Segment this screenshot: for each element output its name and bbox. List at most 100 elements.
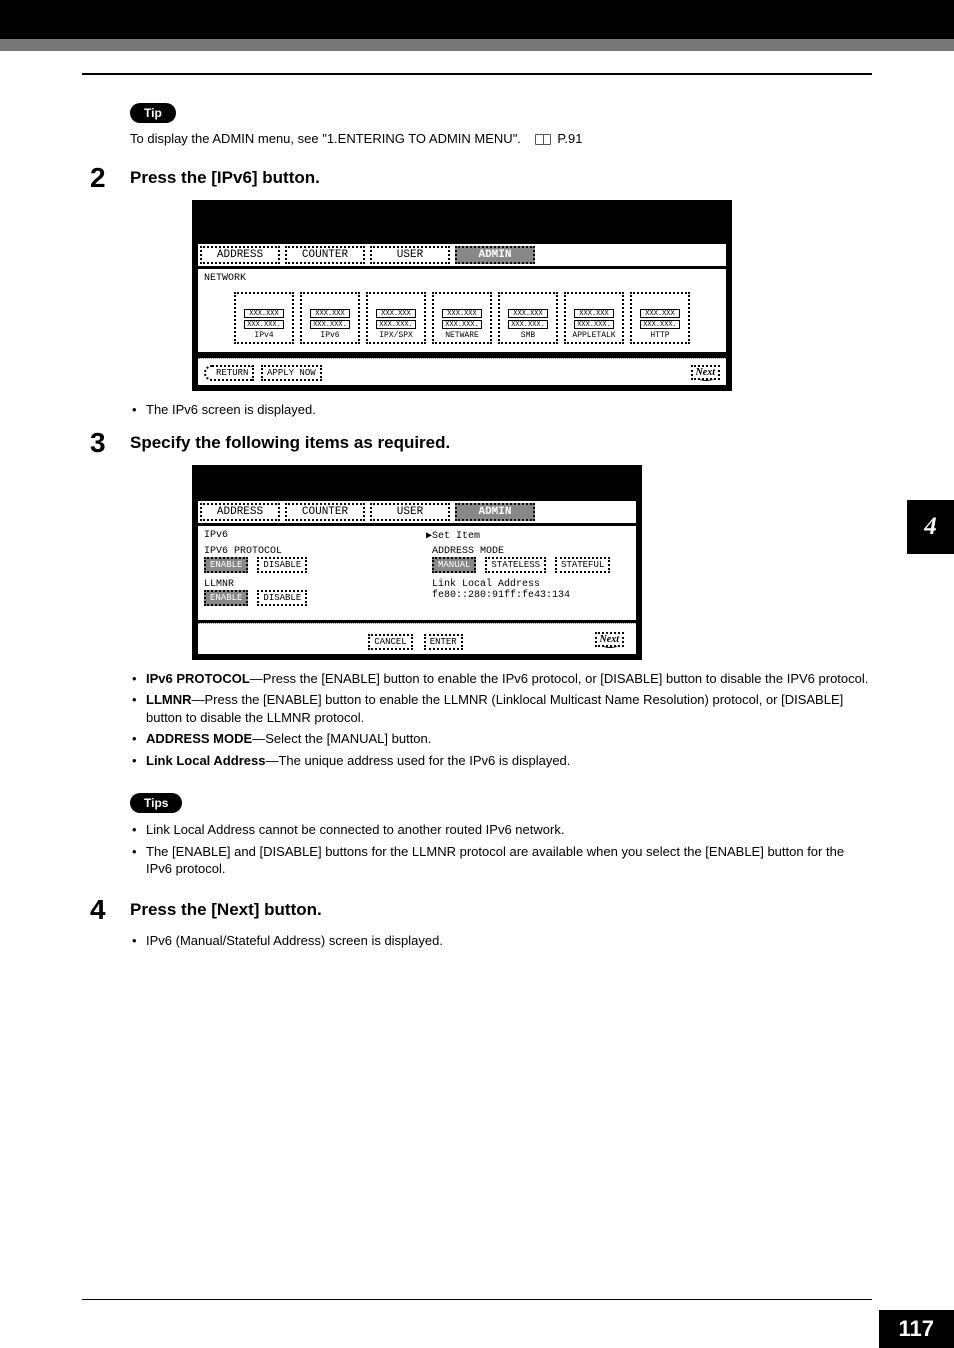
tab2-address[interactable]: ADDRESS bbox=[200, 503, 280, 521]
ipv4-l2: XXX.XXX. bbox=[244, 320, 284, 329]
panel-top-blank bbox=[192, 200, 732, 244]
return-button[interactable]: RETURN bbox=[204, 365, 254, 381]
llmnr-enable-button[interactable]: ENABLE bbox=[204, 590, 248, 606]
ipv6-enable-button[interactable]: ENABLE bbox=[204, 557, 248, 573]
tips-item-1: Link Local Address cannot be connected t… bbox=[130, 821, 872, 839]
next-button[interactable]: Next bbox=[691, 365, 720, 380]
tips-item-2: The [ENABLE] and [DISABLE] buttons for t… bbox=[130, 843, 872, 878]
network-icon-grid: XXX.XXXXXX.XXX.IPv4 XXX.XXXXXX.XXX.IPv6 … bbox=[204, 292, 720, 344]
tips-list: Link Local Address cannot be connected t… bbox=[130, 821, 872, 878]
step-2: 2 Press the [IPv6] button. bbox=[82, 164, 872, 192]
chapter-side-tab: 4 bbox=[907, 500, 954, 554]
tip-text-main: To display the ADMIN menu, see "1.ENTERI… bbox=[130, 131, 521, 146]
step-3-number: 3 bbox=[90, 429, 130, 457]
panel-tabs: ADDRESS COUNTER USER ADMIN bbox=[198, 244, 726, 266]
set-item-indicator: ▶Set Item bbox=[426, 530, 480, 542]
nw-l2: XXX.XXX. bbox=[442, 320, 482, 329]
left-buttons: RETURN APPLY NOW bbox=[204, 363, 325, 381]
tab-address[interactable]: ADDRESS bbox=[200, 246, 280, 264]
tab-user[interactable]: USER bbox=[370, 246, 450, 264]
btn-http[interactable]: XXX.XXX XXX.XXX. HTTP bbox=[630, 292, 690, 344]
bullet-link-local: Link Local Address—The unique address us… bbox=[130, 752, 872, 770]
http-l1: XXX.XXX bbox=[640, 309, 680, 318]
b-mode: ADDRESS MODE bbox=[146, 731, 252, 746]
step4-after-list: IPv6 (Manual/Stateful Address) screen is… bbox=[130, 932, 872, 950]
apply-now-button[interactable]: APPLY NOW bbox=[261, 365, 322, 381]
b-link: Link Local Address bbox=[146, 753, 265, 768]
header-graybar bbox=[0, 39, 954, 51]
tips-badge: Tips bbox=[130, 793, 182, 813]
t-llmnr: —Press the [ENABLE] button to enable the… bbox=[146, 692, 843, 725]
ipx-l1: XXX.XXX bbox=[376, 309, 416, 318]
btn-ipv4[interactable]: XXX.XXX XXX.XXX. IPv4 bbox=[234, 292, 294, 344]
nw-l1: XXX.XXX bbox=[442, 309, 482, 318]
ipv6-protocol-label: IPV6 PROTOCOL bbox=[204, 546, 402, 557]
step-4-number: 4 bbox=[90, 896, 130, 924]
nw-label: NETWARE bbox=[445, 331, 479, 340]
t-link: —The unique address used for the IPv6 is… bbox=[265, 753, 570, 768]
step-2-number: 2 bbox=[90, 164, 130, 192]
bullet-llmnr: LLMNR—Press the [ENABLE] button to enabl… bbox=[130, 691, 872, 726]
ipv6-label: IPv6 bbox=[320, 331, 339, 340]
http-label: HTTP bbox=[650, 331, 669, 340]
address-mode-label: ADDRESS MODE bbox=[432, 546, 630, 557]
tab2-spacer bbox=[540, 503, 634, 521]
top-rule bbox=[82, 73, 872, 75]
tip-text: To display the ADMIN menu, see "1.ENTERI… bbox=[130, 131, 872, 146]
manual-button[interactable]: MANUAL bbox=[432, 557, 476, 573]
btn-netware[interactable]: XXX.XXX XXX.XXX. NETWARE bbox=[432, 292, 492, 344]
smb-label: SMB bbox=[521, 331, 535, 340]
tab-admin[interactable]: ADMIN bbox=[455, 246, 535, 264]
step2-after-bullet: The IPv6 screen is displayed. bbox=[130, 401, 872, 419]
ipv6-bottom-row: CANCEL ENTER Next bbox=[198, 623, 636, 654]
network-heading: NETWORK bbox=[204, 273, 720, 284]
btn-appletalk[interactable]: XXX.XXXXXX.XXX.APPLETALK bbox=[564, 292, 624, 344]
tip-badge: Tip bbox=[130, 103, 176, 123]
t-ipv6: —Press the [ENABLE] button to enable the… bbox=[250, 671, 869, 686]
ipv6-disable-button[interactable]: DISABLE bbox=[257, 557, 307, 573]
ipv6-tabs: ADDRESS COUNTER USER ADMIN bbox=[198, 501, 636, 523]
page-number: 117 bbox=[879, 1310, 954, 1348]
cancel-button[interactable]: CANCEL bbox=[368, 634, 412, 650]
btn-smb[interactable]: XXX.XXXXXX.XXX.SMB bbox=[498, 292, 558, 344]
tab2-counter[interactable]: COUNTER bbox=[285, 503, 365, 521]
panel-bottom-row: RETURN APPLY NOW Next bbox=[198, 358, 726, 385]
step2-after-list: The IPv6 screen is displayed. bbox=[130, 401, 872, 419]
enter-button[interactable]: ENTER bbox=[424, 634, 463, 650]
step3-bullets: IPv6 PROTOCOL—Press the [ENABLE] button … bbox=[130, 670, 872, 770]
network-zone: NETWORK XXX.XXXXXX.XXX.IPv4 XXX.XXXXXX.X… bbox=[198, 269, 726, 352]
b-ipv6: IPv6 PROTOCOL bbox=[146, 671, 250, 686]
smb-l2: XXX.XXX. bbox=[508, 320, 548, 329]
step-3: 3 Specify the following items as require… bbox=[82, 429, 872, 457]
page-content: Tip To display the ADMIN menu, see "1.EN… bbox=[0, 73, 954, 949]
stateful-button[interactable]: STATEFUL bbox=[555, 557, 610, 573]
stateless-button[interactable]: STATELESS bbox=[485, 557, 546, 573]
at-label: APPLETALK bbox=[572, 331, 615, 340]
step4-after-bullet: IPv6 (Manual/Stateful Address) screen is… bbox=[130, 932, 872, 950]
at-l2: XXX.XXX. bbox=[574, 320, 614, 329]
llmnr-disable-button[interactable]: DISABLE bbox=[257, 590, 307, 606]
http-l2: XXX.XXX. bbox=[640, 320, 680, 329]
llmnr-block: LLMNR ENABLE DISABLE bbox=[204, 579, 402, 606]
tab-counter[interactable]: COUNTER bbox=[285, 246, 365, 264]
tab2-admin[interactable]: ADMIN bbox=[455, 503, 535, 521]
ipv6-l1: XXX.XXX bbox=[310, 309, 350, 318]
ipv4-l1: XXX.XXX bbox=[244, 309, 284, 318]
footer-rule bbox=[82, 1299, 872, 1300]
tab2-user[interactable]: USER bbox=[370, 503, 450, 521]
step-2-title: Press the [IPv6] button. bbox=[130, 168, 320, 188]
link-local-value: fe80::280:91ff:fe43:134 bbox=[432, 590, 630, 601]
btn-ipxspx[interactable]: XXX.XXXXXX.XXX.IPX/SPX bbox=[366, 292, 426, 344]
ipv6-right-col: ADDRESS MODE MANUAL STATELESS STATEFUL L… bbox=[432, 546, 630, 612]
btn-ipv6[interactable]: XXX.XXXXXX.XXX.IPv6 bbox=[300, 292, 360, 344]
network-panel: ADDRESS COUNTER USER ADMIN NETWORK XXX.X… bbox=[192, 200, 732, 391]
ipv4-label: IPv4 bbox=[254, 331, 273, 340]
t-mode: —Select the [MANUAL] button. bbox=[252, 731, 431, 746]
link-local-label: Link Local Address bbox=[432, 579, 630, 590]
ipv6-panel-top bbox=[192, 465, 642, 501]
tab-spacer bbox=[540, 246, 724, 264]
ipx-l2: XXX.XXX. bbox=[376, 320, 416, 329]
ipv6-zone: IPv6 ▶Set Item IPV6 PROTOCOL ENABLE DISA… bbox=[198, 526, 636, 620]
next-button-2[interactable]: Next bbox=[595, 632, 624, 647]
link-local-block: Link Local Address fe80::280:91ff:fe43:1… bbox=[432, 579, 630, 601]
